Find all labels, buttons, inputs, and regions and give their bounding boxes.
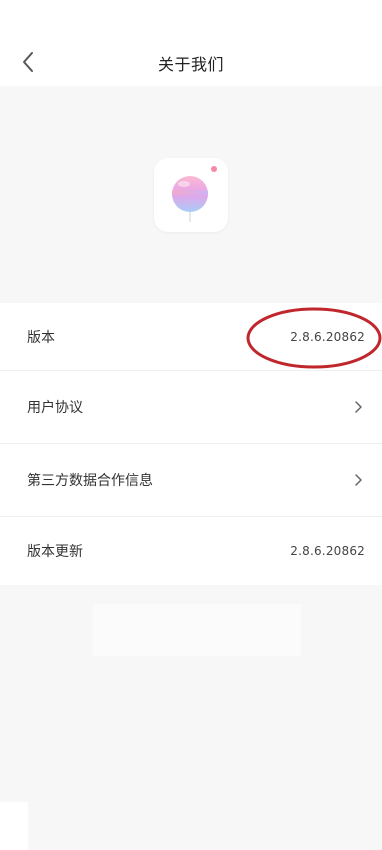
version-update-row[interactable]: 版本更新 2.8.6.20862 <box>0 517 382 585</box>
chevron-right-icon <box>351 400 365 414</box>
version-update-label: 版本更新 <box>27 544 83 560</box>
version-label: 版本 <box>27 329 55 346</box>
blank-block <box>93 604 301 656</box>
user-agreement-row[interactable]: 用户协议 <box>0 371 382 444</box>
logo-section <box>0 86 382 302</box>
blank-corner <box>0 802 28 850</box>
chevron-right-icon <box>351 473 365 487</box>
about-list: 版本 2.8.6.20862 用户协议 第三方数据合作信息 版本更新 2.8.6… <box>0 303 382 585</box>
version-row: 版本 2.8.6.20862 <box>0 303 382 371</box>
lollipop-logo-icon <box>172 166 217 222</box>
nav-header: 关于我们 <box>0 0 382 86</box>
user-agreement-label: 用户协议 <box>27 400 83 416</box>
app-logo <box>154 158 228 232</box>
third-party-data-row[interactable]: 第三方数据合作信息 <box>0 444 382 517</box>
version-update-value: 2.8.6.20862 <box>290 544 365 558</box>
about-page: 关于我们 版本 2.8.6.20862 用户协议 第三方数据合作信息 版本更新 … <box>0 0 382 850</box>
page-title: 关于我们 <box>157 55 224 74</box>
third-party-data-label: 第三方数据合作信息 <box>27 473 153 489</box>
version-value: 2.8.6.20862 <box>290 329 365 344</box>
